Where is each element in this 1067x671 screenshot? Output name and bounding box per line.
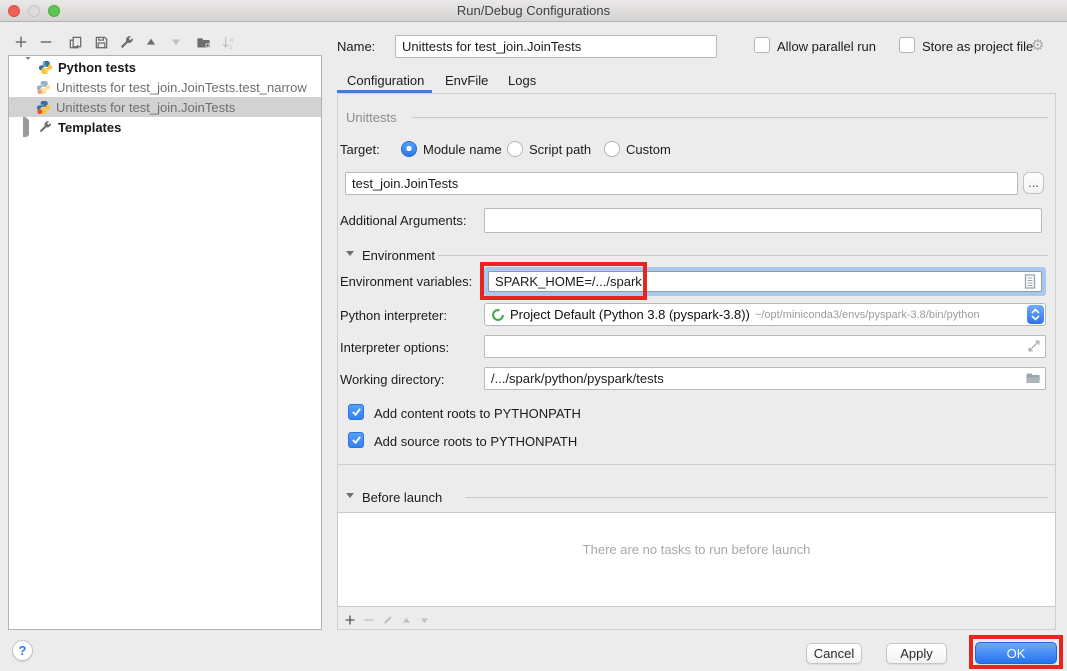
environment-variables-label: Environment variables: <box>340 274 472 289</box>
name-input[interactable] <box>395 35 717 58</box>
section-rule <box>438 255 1048 256</box>
move-down-icon[interactable] <box>168 34 184 50</box>
svg-text:a: a <box>229 36 233 43</box>
environment-section-label: Environment <box>362 248 435 263</box>
environment-variables-input[interactable] <box>488 271 1042 292</box>
before-launch-task-list[interactable] <box>337 512 1056 607</box>
tree-item-label: Python tests <box>58 60 136 75</box>
tree-item-label: Unittests for test_join.JoinTests.test_n… <box>56 80 307 95</box>
env-variables-editor-icon[interactable] <box>1022 273 1038 293</box>
panel-divider <box>337 464 1056 465</box>
title-bar: Run/Debug Configurations <box>0 0 1067 22</box>
working-directory-label: Working directory: <box>340 372 445 387</box>
tree-item-label: Templates <box>58 120 121 135</box>
unittests-section-label: Unittests <box>346 110 397 125</box>
section-rule <box>412 117 1048 118</box>
expand-field-icon[interactable] <box>1027 339 1041 356</box>
save-configuration-icon[interactable] <box>93 34 109 50</box>
edit-task-icon[interactable] <box>381 613 395 627</box>
add-source-roots-checkbox[interactable] <box>348 432 364 448</box>
folder-icon[interactable] <box>1025 370 1041 389</box>
store-as-project-file-checkbox[interactable] <box>899 37 915 53</box>
move-up-icon[interactable] <box>143 34 159 50</box>
configurations-tree: Python tests Unittests for test_join.Joi… <box>8 55 322 630</box>
remove-task-icon[interactable] <box>362 613 376 627</box>
target-input[interactable] <box>345 172 1018 195</box>
python-interpreter-label: Python interpreter: <box>340 308 447 323</box>
before-launch-section-label: Before launch <box>362 490 442 505</box>
tab-logs[interactable]: Logs <box>508 73 536 88</box>
chevron-right-icon[interactable] <box>23 120 33 135</box>
radio-custom-label: Custom <box>626 142 671 157</box>
additional-arguments-label: Additional Arguments: <box>340 213 466 228</box>
tab-envfile[interactable]: EnvFile <box>445 73 488 88</box>
templates-wrench-icon <box>38 120 53 135</box>
interpreter-options-input[interactable] <box>484 335 1046 358</box>
python-test-icon <box>36 100 51 115</box>
name-label: Name: <box>337 39 375 54</box>
new-folder-icon[interactable] <box>195 34 211 50</box>
copy-configuration-icon[interactable] <box>67 34 83 50</box>
remove-configuration-icon[interactable] <box>38 34 54 50</box>
tree-item-python-tests[interactable]: Python tests <box>9 57 321 77</box>
working-directory-input[interactable] <box>484 367 1046 390</box>
add-source-roots-label: Add source roots to PYTHONPATH <box>374 434 577 449</box>
edit-templates-icon[interactable] <box>118 34 134 50</box>
environment-collapse-icon[interactable] <box>346 251 354 256</box>
help-button[interactable]: ? <box>12 640 33 661</box>
add-content-roots-label: Add content roots to PYTHONPATH <box>374 406 581 421</box>
conda-env-icon <box>491 308 505 322</box>
tab-configuration[interactable]: Configuration <box>347 73 424 88</box>
gear-icon[interactable]: ⚙ <box>1031 36 1044 54</box>
chevron-down-icon[interactable] <box>23 60 33 75</box>
select-stepper-icon[interactable] <box>1027 305 1044 324</box>
add-task-icon[interactable] <box>343 613 357 627</box>
cancel-button[interactable]: Cancel <box>806 643 862 664</box>
allow-parallel-run-checkbox[interactable] <box>754 37 770 53</box>
section-rule <box>465 497 1048 498</box>
allow-parallel-run-label: Allow parallel run <box>777 39 876 54</box>
add-configuration-icon[interactable] <box>13 34 29 50</box>
store-as-project-file-label: Store as project file <box>922 39 1033 54</box>
sort-alphabetically-icon[interactable]: az <box>220 34 236 50</box>
tree-item-test-narrow[interactable]: Unittests for test_join.JoinTests.test_n… <box>9 77 321 97</box>
python-test-icon <box>36 80 51 95</box>
additional-arguments-input[interactable] <box>484 208 1042 233</box>
radio-script-path[interactable] <box>507 141 523 157</box>
tree-item-templates[interactable]: Templates <box>9 117 321 137</box>
before-launch-collapse-icon[interactable] <box>346 493 354 498</box>
tree-item-label: Unittests for test_join.JoinTests <box>56 100 235 115</box>
apply-button[interactable]: Apply <box>886 643 947 664</box>
python-tests-icon <box>38 60 53 75</box>
run-debug-configurations-dialog: Run/Debug Configurations az Python tests <box>0 0 1067 671</box>
add-content-roots-checkbox[interactable] <box>348 404 364 420</box>
interpreter-path: ~/opt/miniconda3/envs/pyspark-3.8/bin/py… <box>755 309 980 321</box>
interpreter-value: Project Default (Python 3.8 (pyspark-3.8… <box>510 307 750 322</box>
radio-module-name[interactable] <box>401 141 417 157</box>
target-label: Target: <box>340 142 380 157</box>
interpreter-options-label: Interpreter options: <box>340 340 449 355</box>
python-interpreter-select[interactable]: Project Default (Python 3.8 (pyspark-3.8… <box>484 303 1046 326</box>
svg-text:z: z <box>229 44 232 50</box>
ok-button[interactable]: OK <box>975 642 1057 664</box>
radio-custom[interactable] <box>604 141 620 157</box>
before-launch-empty-text: There are no tasks to run before launch <box>337 542 1056 557</box>
browse-button[interactable]: ... <box>1023 172 1044 194</box>
window-title: Run/Debug Configurations <box>0 3 1067 18</box>
move-task-up-icon[interactable] <box>399 613 413 627</box>
move-task-down-icon[interactable] <box>417 613 431 627</box>
radio-script-path-label: Script path <box>529 142 591 157</box>
radio-module-name-label: Module name <box>423 142 502 157</box>
tree-item-jointests-selected[interactable]: Unittests for test_join.JoinTests <box>9 97 321 117</box>
